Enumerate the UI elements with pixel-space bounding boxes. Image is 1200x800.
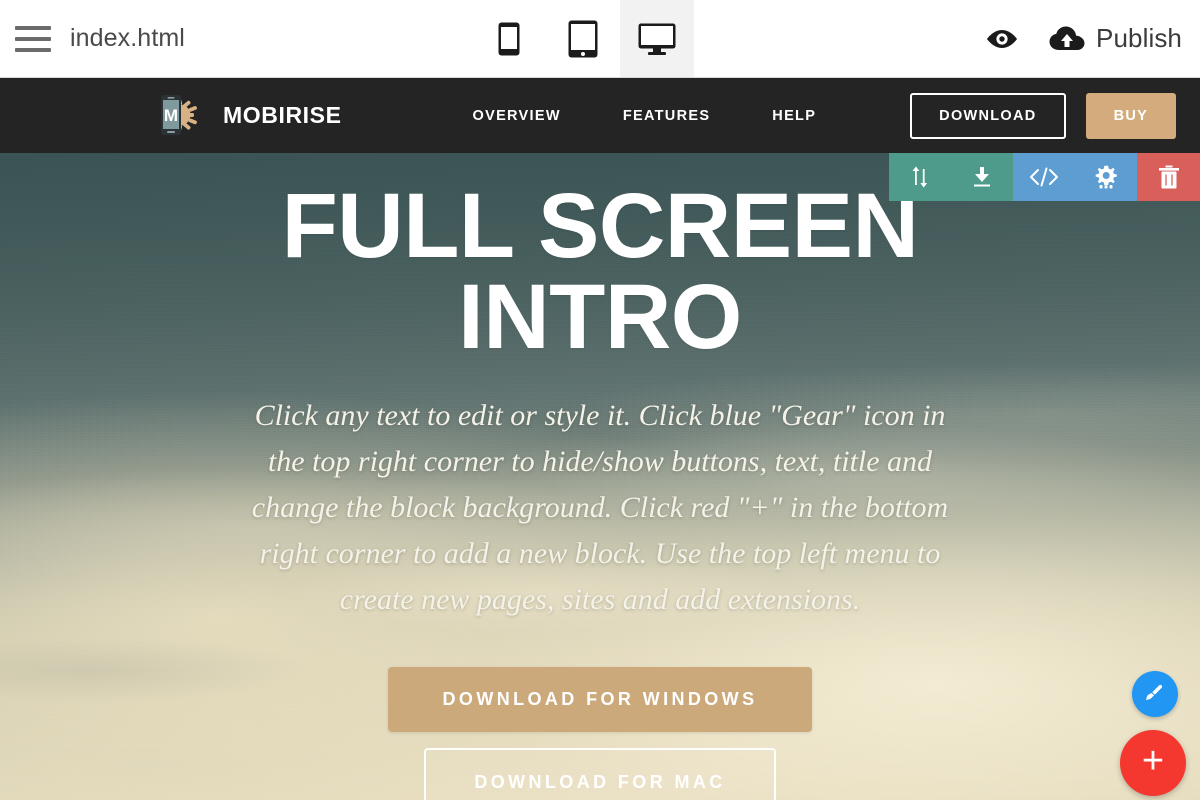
block-code-button[interactable] [1013, 153, 1075, 201]
download-for-windows-button[interactable]: DOWNLOAD FOR WINDOWS [388, 666, 812, 732]
svg-text:M: M [164, 106, 178, 125]
page-filename-label: index.html [70, 24, 185, 52]
move-up-down-arrows-icon [910, 166, 930, 188]
hero-block[interactable]: FULL SCREEN INTRO Click any text to edit… [0, 153, 1200, 800]
hamburger-bar [15, 36, 51, 41]
brand-name-label: MOBIRISE [223, 102, 342, 128]
site-nav-links: OVERVIEW FEATURES HELP DOWNLOAD BUY [442, 92, 1177, 139]
tablet-icon [568, 20, 598, 58]
brand-logo-link[interactable]: M MOBIRISE [155, 91, 342, 141]
nav-link-features[interactable]: FEATURES [592, 108, 741, 124]
gear-icon [1094, 165, 1118, 189]
hamburger-menu-icon[interactable] [10, 17, 56, 61]
eye-icon [985, 28, 1019, 50]
appbar-right-group: Publish [981, 0, 1200, 77]
mobirise-logo-icon: M [155, 91, 209, 141]
trash-can-icon [1158, 165, 1180, 189]
block-delete-button[interactable] [1137, 153, 1200, 201]
nav-buy-button[interactable]: BUY [1085, 92, 1177, 139]
publish-label: Publish [1096, 23, 1182, 53]
block-settings-button[interactable] [1075, 153, 1137, 201]
device-toggle-mobile[interactable] [472, 0, 546, 77]
preview-button[interactable] [981, 18, 1023, 60]
device-toggle-desktop[interactable] [619, 0, 694, 77]
device-toggle-tablet[interactable] [546, 0, 620, 77]
application-toolbar: index.html Publish [0, 0, 1200, 78]
desktop-monitor-icon [638, 23, 676, 55]
hamburger-bar [15, 25, 51, 30]
download-for-mac-button[interactable]: DOWNLOAD FOR MAC [424, 747, 776, 800]
block-move-button[interactable] [889, 153, 951, 201]
site-navbar: M MOBIRISE OVERVIEW FEATURES HELP DOWNLO… [0, 78, 1200, 153]
cloud-upload-icon [1049, 26, 1085, 52]
nav-link-overview[interactable]: OVERVIEW [442, 108, 592, 124]
nav-download-button[interactable]: DOWNLOAD [910, 92, 1066, 139]
mobile-phone-icon [498, 22, 520, 56]
hamburger-bar [15, 47, 51, 52]
code-brackets-icon [1029, 166, 1059, 188]
hero-content: FULL SCREEN INTRO Click any text to edit… [0, 153, 1200, 800]
device-preview-switcher [185, 0, 981, 77]
block-save-button[interactable] [951, 153, 1013, 201]
hero-cta-group: DOWNLOAD FOR WINDOWS DOWNLOAD FOR MAC [0, 666, 1200, 800]
nav-link-help[interactable]: HELP [741, 108, 847, 124]
hero-paragraph[interactable]: Click any text to edit or style it. Clic… [240, 393, 960, 622]
publish-button[interactable]: Publish [1049, 23, 1182, 54]
block-editor-toolbar [889, 153, 1200, 201]
appbar-left-group: index.html [0, 0, 185, 77]
hero-title[interactable]: FULL SCREEN INTRO [240, 180, 960, 363]
mobirise-editor-window: index.html Publish M MOBIRISE OVERVIEW F… [0, 0, 1200, 800]
download-arrow-icon [971, 166, 993, 188]
